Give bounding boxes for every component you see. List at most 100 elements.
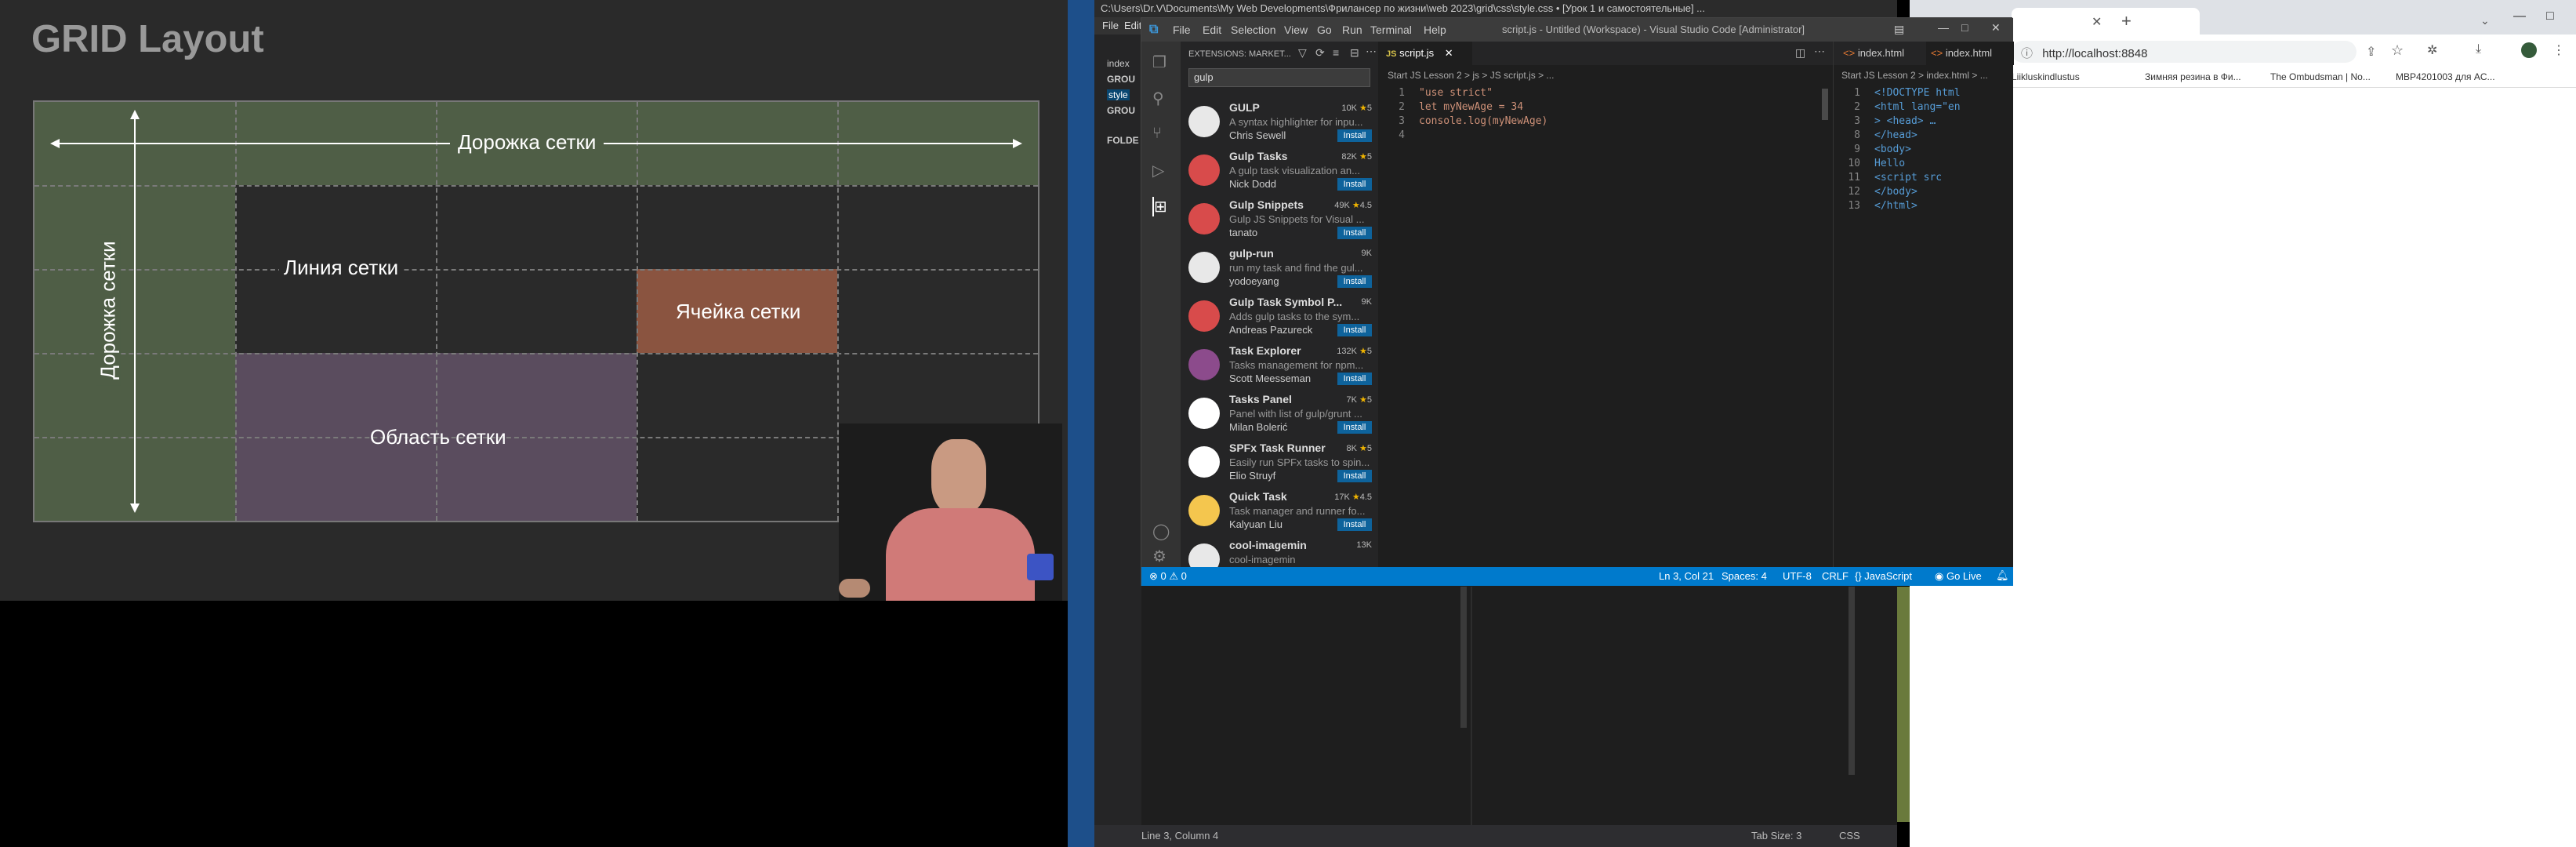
share-icon[interactable]: ⇪ xyxy=(2366,44,2376,60)
extension-item[interactable]: Task Explorer 132K ★5 Tasks management for… xyxy=(1181,340,1378,388)
install-button[interactable]: Install xyxy=(1337,373,1372,385)
status-encoding[interactable]: UTF-8 xyxy=(1783,570,1812,582)
account-icon[interactable]: ◯ xyxy=(1152,522,1170,541)
bookmark-item[interactable]: The Ombudsman | No... xyxy=(2270,71,2371,82)
back-explorer-item[interactable]: style xyxy=(1107,89,1130,100)
code-line[interactable]: <script src xyxy=(1874,172,1942,184)
back-status-tabsize[interactable]: Tab Size: 3 xyxy=(1751,830,1801,842)
code-line[interactable]: > <head> … xyxy=(1874,115,1936,127)
breadcrumb[interactable]: Start JS Lesson 2 > js > JS script.js > … xyxy=(1388,70,1554,81)
extension-search-input[interactable]: gulp xyxy=(1188,68,1370,87)
install-button[interactable]: Install xyxy=(1337,518,1372,531)
status-position[interactable]: Ln 3, Col 21 xyxy=(1659,570,1714,582)
status-eol[interactable]: CRLF xyxy=(1822,570,1849,582)
status-spaces[interactable]: Spaces: 4 xyxy=(1722,570,1767,582)
menu-icon[interactable]: ⋮ xyxy=(2552,42,2565,58)
back-editor-scrollbar[interactable] xyxy=(1460,587,1467,728)
clear-icon[interactable]: ≡ xyxy=(1333,46,1339,59)
layout-icon[interactable]: ▤ xyxy=(1894,23,1904,36)
play-icon[interactable] xyxy=(1027,554,1054,580)
install-button[interactable]: Install xyxy=(1337,129,1372,142)
refresh-icon[interactable]: ⟳ xyxy=(1315,46,1325,60)
code-line[interactable]: </body> xyxy=(1874,186,1917,198)
back-explorer-item[interactable]: GROU xyxy=(1107,105,1135,116)
menu-edit[interactable]: Edit xyxy=(1203,24,1221,36)
filter-icon[interactable]: ▽ xyxy=(1298,46,1307,60)
extensions-icon[interactable]: ⊞ xyxy=(1152,197,1167,216)
code-line[interactable]: "use strict" xyxy=(1419,87,1493,99)
code-line[interactable]: </head> xyxy=(1874,129,1917,141)
install-button[interactable]: Install xyxy=(1337,275,1372,288)
menu-file[interactable]: File xyxy=(1173,24,1191,36)
install-button[interactable]: Install xyxy=(1337,178,1372,191)
install-button[interactable]: Install xyxy=(1337,470,1372,482)
code-line[interactable]: let myNewAge = 34 xyxy=(1419,101,1523,113)
code-line[interactable]: </html> xyxy=(1874,200,1917,212)
code-line[interactable]: Hello xyxy=(1874,158,1905,169)
code-area[interactable]: 1 <!DOCTYPE html 2 <html lang="en 3 > <head> … xyxy=(1834,87,2012,558)
editor-tab[interactable]: <> index.html xyxy=(1926,42,2014,65)
status-language[interactable]: {} JavaScript xyxy=(1855,570,1912,582)
browser-tab-active[interactable] xyxy=(2012,8,2200,35)
bookmark-item[interactable]: Liikluskindlustus xyxy=(2012,71,2080,82)
split-editor-icon[interactable]: ◫ xyxy=(1795,46,1805,60)
collapse-icon[interactable]: ⊟ xyxy=(1350,46,1359,60)
bookmark-star-icon[interactable]: ☆ xyxy=(2391,42,2404,59)
menu-terminal[interactable]: Terminal xyxy=(1370,24,1412,36)
bookmark-item[interactable]: MBP4201003 для AC... xyxy=(2396,71,2495,82)
editor-tab[interactable]: <> index.html xyxy=(1838,42,1925,65)
menu-selection[interactable]: Selection xyxy=(1231,24,1276,36)
extension-item[interactable]: Quick Task 17K ★4.5 Task manager and runne… xyxy=(1181,485,1378,534)
menu-go[interactable]: Go xyxy=(1317,24,1332,36)
back-menu-edit[interactable]: Edit xyxy=(1124,20,1141,31)
profile-avatar[interactable] xyxy=(2521,42,2537,58)
tab-search-icon[interactable]: ⌄ xyxy=(2480,14,2490,27)
new-tab-icon[interactable]: + xyxy=(2121,11,2132,31)
search-icon[interactable]: ⚲ xyxy=(1152,89,1164,108)
back-status-position[interactable]: Line 3, Column 4 xyxy=(1141,830,1218,842)
extensions-icon[interactable]: ✲ xyxy=(2427,42,2437,58)
run-debug-icon[interactable]: ▷ xyxy=(1152,161,1164,180)
install-button[interactable]: Install xyxy=(1337,227,1372,239)
extension-item[interactable]: gulp-run 9K run my task and find the gul..… xyxy=(1181,242,1378,291)
extension-item[interactable]: Tasks Panel 7K ★5 Panel with list of gulp/… xyxy=(1181,388,1378,437)
back-menu-file[interactable]: File xyxy=(1102,20,1119,31)
explorer-icon[interactable]: ❐ xyxy=(1152,53,1166,72)
extension-item[interactable]: Gulp Tasks 82K ★5 A gulp task visualizatio… xyxy=(1181,145,1378,194)
minimize-icon[interactable]: — xyxy=(1938,21,1949,34)
code-line[interactable]: console.log(myNewAge) xyxy=(1419,115,1547,127)
download-icon[interactable]: ⤓ xyxy=(2476,42,2481,56)
extension-item[interactable]: cool-imagemin 13K cool-imagemin xyxy=(1181,534,1378,567)
status-problems[interactable]: ⊗ 0 ⚠ 0 xyxy=(1149,570,1187,583)
breadcrumb[interactable]: Start JS Lesson 2 > index.html > ... xyxy=(1841,70,2014,81)
address-bar[interactable]: ⓘ http://localhost:8848 xyxy=(2012,41,2356,63)
menu-view[interactable]: View xyxy=(1284,24,1308,36)
back-explorer-item[interactable]: FOLDE xyxy=(1107,135,1139,146)
code-line[interactable]: <!DOCTYPE html xyxy=(1874,87,1961,99)
bookmark-item[interactable]: Зимняя резина в Фи... xyxy=(2145,71,2241,82)
back-explorer-item[interactable]: GROU xyxy=(1107,74,1135,85)
menu-help[interactable]: Help xyxy=(1424,24,1446,36)
editor-more-icon[interactable]: ⋯ xyxy=(1814,45,1825,58)
status-golive[interactable]: ◉ Go Live xyxy=(1935,570,1982,583)
more-icon[interactable]: ⋯ xyxy=(1366,45,1377,58)
extension-item[interactable]: SPFx Task Runner 8K ★5 Easily run SPFx tas… xyxy=(1181,437,1378,485)
minimize-icon[interactable]: — xyxy=(2513,9,2526,24)
tab-close-icon[interactable]: ✕ xyxy=(2092,14,2102,30)
maximize-icon[interactable]: □ xyxy=(2546,9,2554,24)
tab-close-icon[interactable]: ✕ xyxy=(1445,47,1453,59)
install-button[interactable]: Install xyxy=(1337,421,1372,434)
extension-item[interactable]: GULP 10K ★5 A syntax highlighter for inpu.… xyxy=(1181,96,1378,145)
menu-run[interactable]: Run xyxy=(1342,24,1362,36)
close-icon[interactable]: ✕ xyxy=(1991,21,2001,35)
source-control-icon[interactable]: ⑂ xyxy=(1152,125,1162,143)
minimap-scrollbar[interactable] xyxy=(1822,89,1828,120)
notifications-bell-icon[interactable]: 🔔︎ xyxy=(1996,569,2009,582)
back-explorer-item[interactable]: index xyxy=(1107,58,1130,69)
extension-item[interactable]: Gulp Task Symbol P... 9K Adds gulp tasks t… xyxy=(1181,291,1378,340)
code-line[interactable]: <html lang="en xyxy=(1874,101,1961,113)
back-status-language[interactable]: CSS xyxy=(1839,830,1860,842)
install-button[interactable]: Install xyxy=(1337,324,1372,336)
editor-tab-active[interactable]: JS script.js ✕ xyxy=(1378,42,1472,65)
settings-gear-icon[interactable]: ⚙ xyxy=(1152,547,1166,566)
